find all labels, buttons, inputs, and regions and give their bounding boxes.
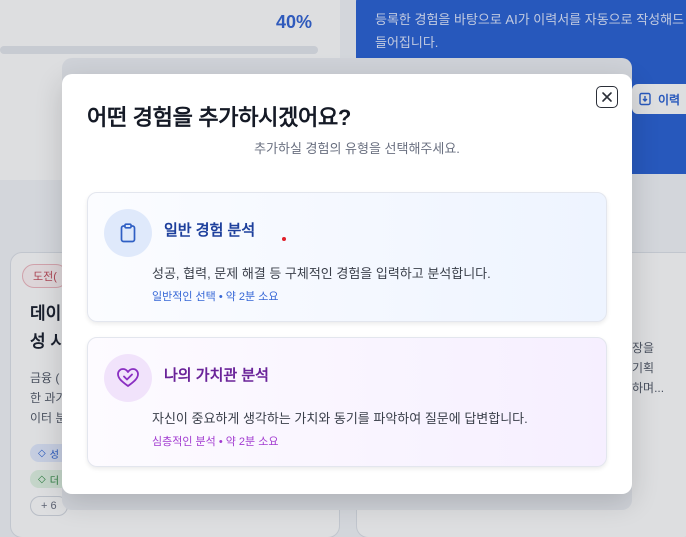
add-experience-modal: 어떤 경험을 추가하시겠어요? 추가하실 경험의 유형을 선택해주세요. 일반 … bbox=[62, 74, 632, 494]
modal-subtitle: 추가하실 경험의 유형을 선택해주세요. bbox=[254, 141, 460, 156]
general-experience-option[interactable]: 일반 경험 분석 성공, 협력, 문제 해결 등 구체적인 경험을 입력하고 분… bbox=[87, 192, 607, 322]
option-description: 자신이 중요하게 생각하는 가치와 동기를 파악하여 질문에 답변합니다. bbox=[152, 411, 528, 426]
option-title: 나의 가치관 분석 bbox=[164, 367, 269, 384]
option-meta: 일반적인 선택 • 약 2분 소요 bbox=[152, 291, 279, 303]
option-meta: 심층적인 분석 • 약 2분 소요 bbox=[152, 436, 279, 448]
option-description: 성공, 협력, 문제 해결 등 구체적인 경험을 입력하고 분석합니다. bbox=[152, 266, 491, 281]
close-icon bbox=[602, 92, 612, 102]
clipboard-icon bbox=[104, 209, 152, 257]
values-analysis-option[interactable]: 나의 가치관 분석 자신이 중요하게 생각하는 가치와 동기를 파악하여 질문에… bbox=[87, 337, 607, 467]
close-button[interactable] bbox=[596, 86, 618, 108]
heart-handshake-icon bbox=[104, 354, 152, 402]
option-title: 일반 경험 분석 bbox=[164, 222, 256, 239]
cursor-marker bbox=[282, 237, 286, 241]
modal-title: 어떤 경험을 추가하시겠어요? bbox=[87, 105, 352, 130]
